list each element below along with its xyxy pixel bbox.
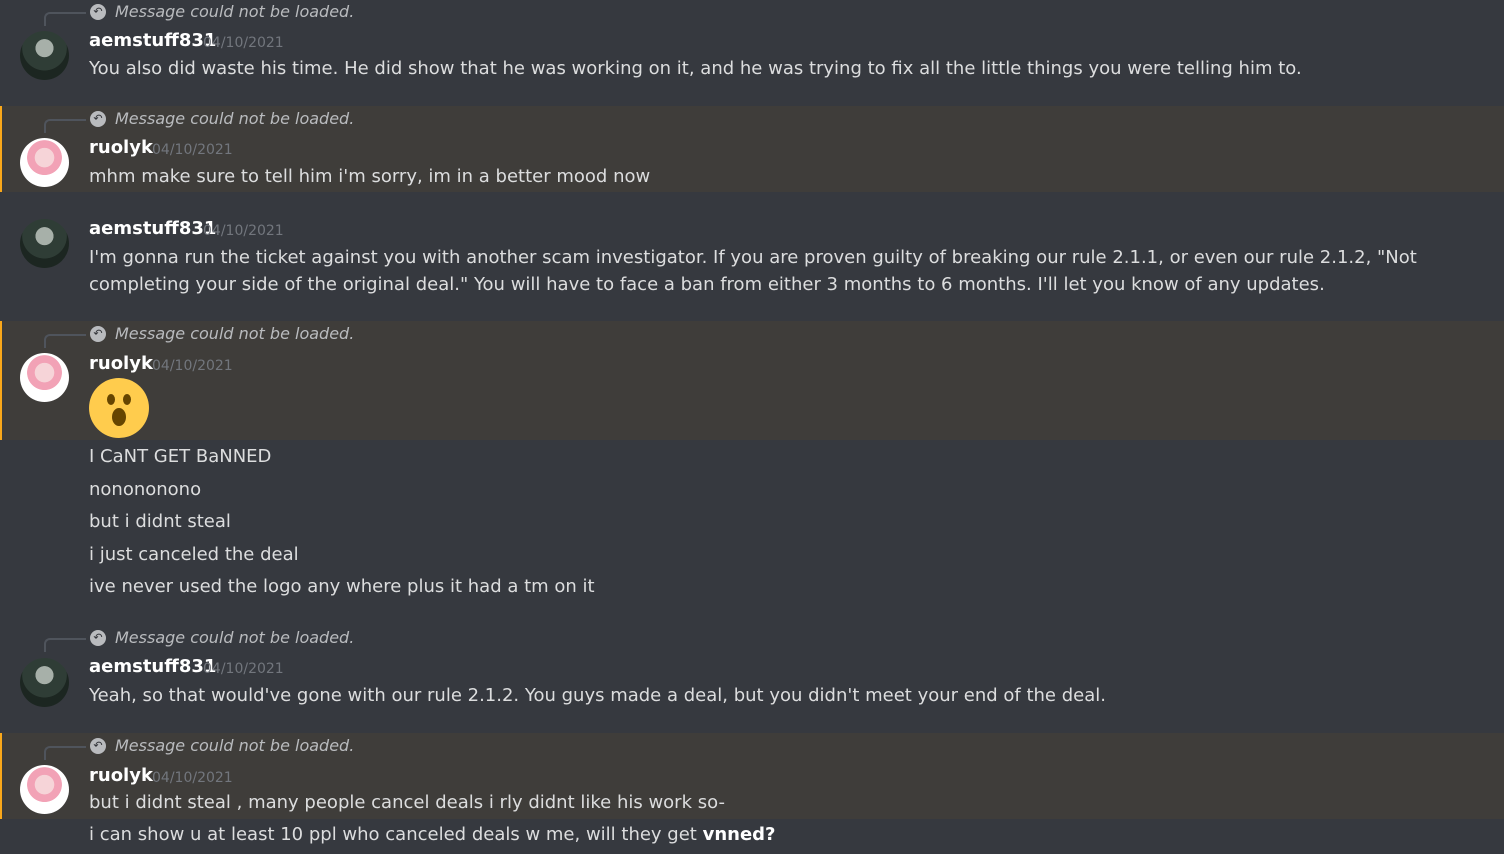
emoji-eye xyxy=(107,394,115,405)
reply-spine xyxy=(44,638,86,652)
username[interactable]: ruolyk xyxy=(89,765,153,787)
reply-arrow-icon: ↶ xyxy=(90,630,106,646)
username[interactable]: aemstuff831 xyxy=(89,30,216,52)
timestamp: 04/10/2021 xyxy=(203,661,284,677)
timestamp: 04/10/2021 xyxy=(152,770,233,786)
emoji-mouth xyxy=(112,408,126,426)
open-mouth-emoji-icon[interactable] xyxy=(89,378,149,438)
reply-arrow-icon: ↶ xyxy=(90,738,106,754)
timestamp: 04/10/2021 xyxy=(203,223,284,239)
username[interactable]: ruolyk xyxy=(89,137,153,159)
message-5: ↶ Message could not be loaded. aemstuff8… xyxy=(0,626,1504,730)
avatar[interactable] xyxy=(20,658,69,707)
message-followup: i can show u at least 10 ppl who cancele… xyxy=(89,821,776,848)
reply-text: Message could not be loaded. xyxy=(115,628,355,647)
timestamp: 04/10/2021 xyxy=(203,35,284,51)
message-3: aemstuff831 04/10/2021 I'm gonna run the… xyxy=(0,192,1504,320)
avatar[interactable] xyxy=(20,31,69,80)
message-2: ↶ Message could not be loaded. ruolyk 04… xyxy=(0,106,1504,192)
message-followup: I CaNT GET BaNNED xyxy=(89,446,272,467)
followup-text: i can show u at least 10 ppl who cancele… xyxy=(89,824,703,845)
message-text: but i didnt steal , many people cancel d… xyxy=(89,792,725,813)
reply-text: Message could not be loaded. xyxy=(115,324,355,343)
username[interactable]: ruolyk xyxy=(89,353,153,375)
message-followup: ive never used the logo any where plus i… xyxy=(89,576,595,597)
avatar[interactable] xyxy=(20,219,69,268)
message-1: ↶ Message could not be loaded. aemstuff8… xyxy=(0,0,1504,104)
reply-spine xyxy=(44,746,86,760)
avatar[interactable] xyxy=(20,765,69,814)
message-4: ↶ Message could not be loaded. ruolyk 04… xyxy=(0,321,1504,440)
username[interactable]: aemstuff831 xyxy=(89,656,216,678)
message-text: You also did waste his time. He did show… xyxy=(89,58,1302,79)
reply-text: Message could not be loaded. xyxy=(115,736,355,755)
reply-text: Message could not be loaded. xyxy=(115,109,355,128)
message-text: Yeah, so that would've gone with our rul… xyxy=(89,685,1106,706)
reply-spine xyxy=(44,119,86,133)
reply-spine xyxy=(44,334,86,348)
reply-spine xyxy=(44,12,86,26)
reply-arrow-icon: ↶ xyxy=(90,326,106,342)
timestamp: 04/10/2021 xyxy=(152,142,233,158)
message-text: mhm make sure to tell him i'm sorry, im … xyxy=(89,166,651,187)
reply-arrow-icon: ↶ xyxy=(90,111,106,127)
reply-text: Message could not be loaded. xyxy=(115,2,355,21)
message-followup: but i didnt steal xyxy=(89,511,231,532)
timestamp: 04/10/2021 xyxy=(152,358,233,374)
message-6: ↶ Message could not be loaded. ruolyk 04… xyxy=(0,733,1504,819)
bold-text: vnned? xyxy=(702,824,776,845)
username[interactable]: aemstuff831 xyxy=(89,218,216,240)
avatar[interactable] xyxy=(20,353,69,402)
message-followup: i just canceled the deal xyxy=(89,544,299,565)
message-text: I'm gonna run the ticket against you wit… xyxy=(89,247,1417,295)
emoji-eye xyxy=(123,394,131,405)
message-followup: nonononono xyxy=(89,479,202,500)
avatar[interactable] xyxy=(20,138,69,187)
reply-arrow-icon: ↶ xyxy=(90,4,106,20)
